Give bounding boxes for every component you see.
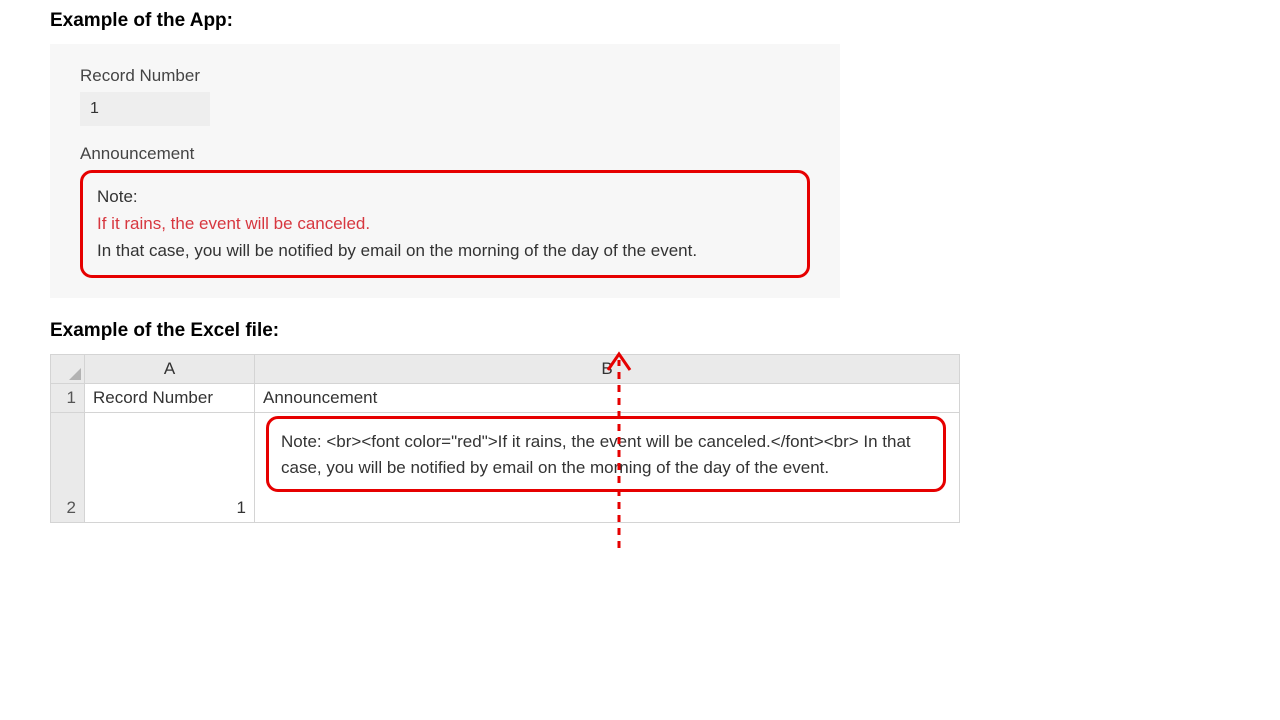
record-number-label: Record Number [80, 66, 810, 86]
record-number-value [80, 92, 210, 126]
heading-excel-example: Example of the Excel file: [50, 320, 1230, 342]
excel-table-wrap: A B 1 Record Number Announcement 2 1 Not… [50, 354, 960, 523]
cell-a2[interactable]: 1 [85, 412, 255, 522]
row-header-2[interactable]: 2 [51, 412, 85, 522]
link-arrow-icon [604, 350, 634, 548]
table-header-row: A B [51, 354, 960, 383]
announcement-label: Announcement [80, 144, 810, 164]
announcement-line-2-red: If it rains, the event will be canceled. [97, 210, 793, 237]
announcement-line-3: In that case, you will be notified by em… [97, 237, 793, 264]
select-all-corner[interactable] [51, 354, 85, 383]
cell-a1[interactable]: Record Number [85, 383, 255, 412]
row-header-1[interactable]: 1 [51, 383, 85, 412]
announcement-callout: Note: If it rains, the event will be can… [80, 170, 810, 278]
app-panel: Record Number Announcement Note: If it r… [50, 44, 840, 298]
table-row: 1 Record Number Announcement [51, 383, 960, 412]
column-header-a[interactable]: A [85, 354, 255, 383]
heading-app-example: Example of the App: [50, 10, 1230, 32]
announcement-line-1: Note: [97, 183, 793, 210]
